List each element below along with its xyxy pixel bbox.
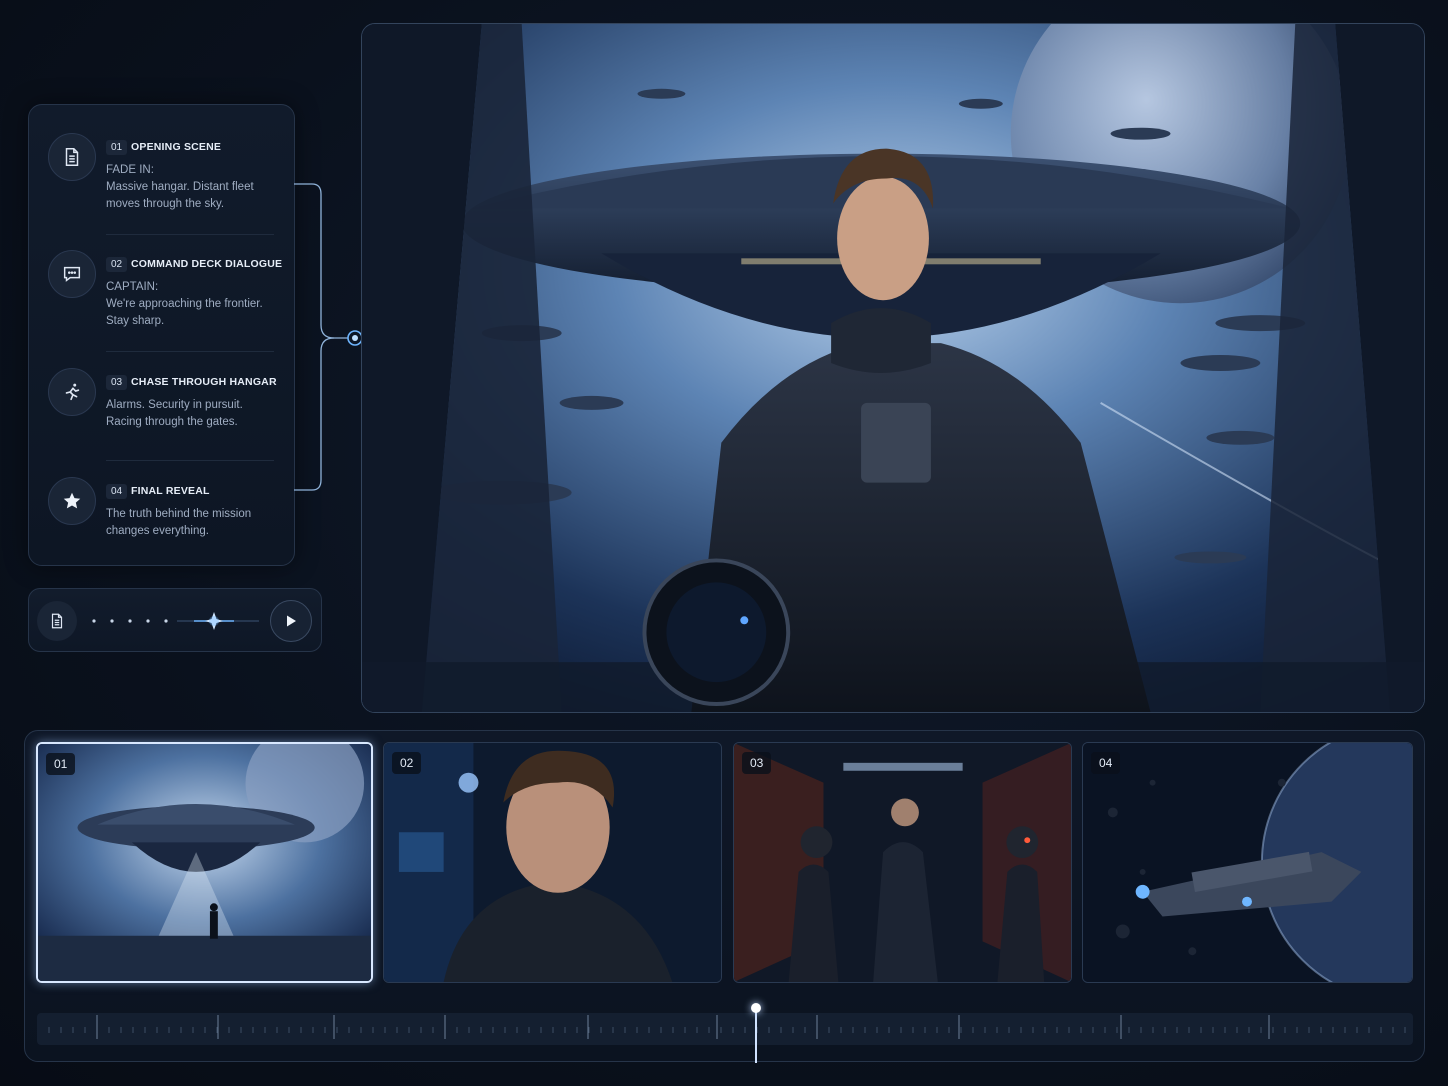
scene-number: 02 bbox=[106, 257, 128, 272]
frame-03-image bbox=[734, 743, 1071, 982]
frame-02-image bbox=[384, 743, 721, 982]
frame-01-image bbox=[38, 744, 371, 981]
storyboard-strip: 01 02 03 04 bbox=[24, 730, 1425, 1063]
scene-description: The truth behind the mission changes eve… bbox=[106, 508, 252, 537]
frame-number: 02 bbox=[392, 752, 422, 774]
scene-number: 01 bbox=[106, 140, 128, 155]
scene-number: 04 bbox=[106, 484, 128, 499]
player-bar bbox=[28, 588, 322, 652]
scene-description: CAPTAIN: We're approaching the frontier.… bbox=[106, 281, 263, 327]
scene-description: FADE IN: Massive hangar. Distant fleet m… bbox=[106, 164, 254, 210]
scene-title: COMMAND DECK DIALOGUE bbox=[131, 258, 283, 270]
scene-number: 03 bbox=[106, 375, 128, 390]
chat-icon bbox=[48, 250, 96, 298]
document-icon bbox=[48, 133, 96, 181]
scene-item-chase[interactable]: 03 CHASE THROUGH HANGAR Alarms. Security… bbox=[29, 340, 296, 458]
storyboard-frame-02[interactable]: 02 bbox=[383, 742, 722, 983]
storyboard-frame-01[interactable]: 01 bbox=[36, 742, 373, 983]
timeline-ruler[interactable] bbox=[37, 1013, 1413, 1045]
frame-number: 01 bbox=[46, 753, 76, 775]
playhead-handle[interactable] bbox=[751, 1003, 761, 1013]
scene-list-panel: 01 OPENING SCENE FADE IN: Massive hangar… bbox=[28, 104, 295, 566]
playhead[interactable] bbox=[755, 1007, 757, 1063]
app-root: 01 OPENING SCENE FADE IN: Massive hangar… bbox=[0, 0, 1448, 1086]
play-icon bbox=[287, 615, 296, 627]
scene-item-final-reveal[interactable]: 04 FINAL REVEAL The truth behind the mis… bbox=[29, 449, 296, 567]
scene-title: FINAL REVEAL bbox=[131, 485, 210, 497]
timeline-ticks bbox=[48, 1015, 1406, 1039]
frame-number: 04 bbox=[1091, 752, 1121, 774]
scene-item-opening[interactable]: 01 OPENING SCENE FADE IN: Massive hangar… bbox=[29, 105, 296, 223]
scene-title: CHASE THROUGH HANGAR bbox=[131, 376, 277, 388]
play-button[interactable] bbox=[270, 600, 312, 642]
document-icon bbox=[51, 613, 63, 629]
scene-title: OPENING SCENE bbox=[131, 141, 222, 153]
hero-scene-image bbox=[362, 24, 1424, 712]
scene-description: Alarms. Security in pursuit. Racing thro… bbox=[106, 399, 243, 428]
scene-item-command-deck[interactable]: 02 COMMAND DECK DIALOGUE CAPTAIN: We're … bbox=[29, 222, 296, 340]
playback-progress[interactable] bbox=[89, 611, 289, 631]
storyboard-frame-04[interactable]: 04 bbox=[1082, 742, 1413, 983]
storyboard-frame-03[interactable]: 03 bbox=[733, 742, 1072, 983]
star-icon bbox=[48, 477, 96, 525]
running-icon bbox=[48, 368, 96, 416]
frame-04-image bbox=[1083, 743, 1412, 982]
frame-number: 03 bbox=[742, 752, 772, 774]
main-preview[interactable] bbox=[361, 23, 1425, 713]
script-button[interactable] bbox=[37, 601, 77, 641]
